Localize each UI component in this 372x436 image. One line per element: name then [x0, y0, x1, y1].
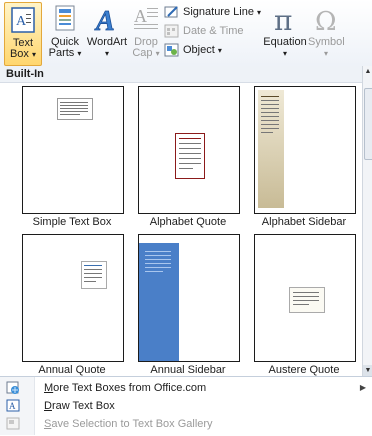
gallery-item-alphabet-quote[interactable]: Alphabet Quote — [138, 86, 250, 246]
gallery-caption: Simple Text Box — [32, 216, 112, 228]
symbol-button[interactable]: Ω Symbol ▾ — [308, 2, 345, 64]
scroll-up-arrow-icon[interactable]: ▲ — [363, 66, 372, 77]
save-to-gallery-icon — [6, 417, 20, 430]
gallery-item-alphabet-sidebar[interactable]: Alphabet Sidebar — [254, 86, 362, 246]
menu-item-more-text-boxes[interactable]: More Text Boxes from Office.com ▶ — [0, 379, 372, 397]
section-header-built-in: Built-In — [0, 66, 362, 83]
text-box-button[interactable]: A Text Box ▾ — [4, 2, 42, 66]
signature-line-button[interactable]: Signature Line ▾ — [164, 3, 261, 21]
signature-pen-icon — [164, 5, 180, 19]
drop-cap-button[interactable]: A Drop Cap ▾ — [130, 2, 162, 64]
dropdown-caret-icon: ▾ — [104, 49, 109, 58]
thumbnail-annual-sidebar — [138, 234, 240, 362]
gallery-item-austere-quote[interactable]: Austere Quote — [254, 234, 362, 376]
equation-button[interactable]: π Equation ▾ — [262, 2, 308, 64]
quick-parts-button[interactable]: Quick Parts ▾ — [46, 2, 84, 64]
svg-text:A: A — [16, 14, 27, 29]
menu-item-save-selection[interactable]: Save Selection to Text Box Gallery — [0, 415, 372, 433]
office-online-icon — [6, 381, 20, 394]
object-label: Object — [183, 44, 215, 56]
gallery-caption: Annual Sidebar — [150, 364, 226, 376]
wordart-label: WordArt — [86, 36, 128, 48]
omega-icon: Ω — [312, 4, 340, 37]
calendar-icon — [164, 24, 180, 38]
gallery-item-annual-quote[interactable]: Annual Quote — [22, 234, 134, 376]
menu-item-label: More Text Boxes from Office.com — [44, 382, 207, 394]
insert-ribbon: A Text Box ▾ Quick Parts ▾ A WordArt ▾ A… — [0, 0, 372, 67]
signature-line-label: Signature Line — [183, 6, 254, 18]
wordart-icon: A — [93, 4, 121, 38]
text-box-gallery: Built-In Simple Text Box Alphabet Quote … — [0, 66, 363, 376]
mini-quote-box — [175, 133, 205, 179]
gallery-caption: Alphabet Sidebar — [261, 216, 347, 228]
dropdown-caret-icon: ▾ — [323, 49, 328, 58]
mini-quote-box — [289, 287, 325, 313]
gallery-caption: Alphabet Quote — [149, 216, 227, 228]
object-icon — [164, 43, 180, 57]
dropdown-caret-icon: ▾ — [217, 46, 222, 55]
svg-text:A: A — [134, 6, 147, 26]
draw-text-box-icon: A — [6, 399, 20, 412]
gallery-caption: Annual Quote — [38, 364, 106, 376]
mini-sidebar — [139, 243, 179, 361]
dropdown-caret-icon: ▾ — [282, 49, 287, 58]
menu-item-label: Draw Text Box — [44, 400, 115, 412]
date-time-label: Date & Time — [183, 25, 244, 37]
mini-text-box — [57, 98, 93, 120]
scroll-down-arrow-icon[interactable]: ▼ — [363, 365, 372, 376]
dropdown-caret-icon: ▾ — [32, 50, 37, 59]
text-box-label-2: Box — [9, 48, 29, 60]
equation-label: Equation — [263, 36, 307, 48]
gallery-item-annual-sidebar[interactable]: Annual Sidebar — [138, 234, 250, 376]
date-time-button[interactable]: Date & Time — [164, 22, 244, 40]
submenu-arrow-icon: ▶ — [359, 383, 366, 392]
drop-cap-icon: A — [132, 4, 160, 34]
scrollbar-thumb[interactable] — [364, 88, 372, 160]
text-box-icon: A — [9, 5, 37, 35]
symbol-label: Symbol — [308, 36, 345, 48]
dropdown-caret-icon: ▾ — [77, 49, 82, 58]
svg-text:A: A — [9, 401, 16, 411]
quick-parts-label-2: Parts — [48, 47, 75, 59]
drop-cap-label-2: Cap — [132, 47, 153, 59]
svg-text:Ω: Ω — [315, 7, 337, 34]
svg-text:π: π — [274, 4, 292, 34]
thumbnail-annual-quote — [22, 234, 124, 362]
svg-text:A: A — [94, 6, 115, 34]
gallery-item-simple-text-box[interactable]: Simple Text Box — [22, 86, 134, 246]
thumbnail-alphabet-sidebar — [254, 86, 356, 214]
gallery-scrollbar[interactable]: ▲ ▼ — [362, 66, 372, 376]
quick-parts-icon — [51, 4, 79, 34]
dropdown-caret-icon: ▾ — [257, 8, 262, 17]
thumbnail-austere-quote — [254, 234, 356, 362]
mini-quote-box — [81, 261, 107, 289]
object-button[interactable]: Object ▾ — [164, 41, 222, 59]
pi-icon: π — [271, 4, 299, 37]
mini-sidebar — [258, 90, 284, 208]
thumbnail-simple-text-box — [22, 86, 124, 214]
menu-item-label: Save Selection to Text Box Gallery — [44, 418, 213, 430]
wordart-button[interactable]: A WordArt ▾ — [86, 2, 128, 64]
dropdown-caret-icon: ▾ — [155, 49, 160, 58]
thumbnail-alphabet-quote — [138, 86, 240, 214]
menu-item-draw-text-box[interactable]: A Draw Text Box — [0, 397, 372, 415]
gallery-menu: More Text Boxes from Office.com ▶ A Draw… — [0, 376, 372, 435]
gallery-caption: Austere Quote — [268, 364, 340, 376]
